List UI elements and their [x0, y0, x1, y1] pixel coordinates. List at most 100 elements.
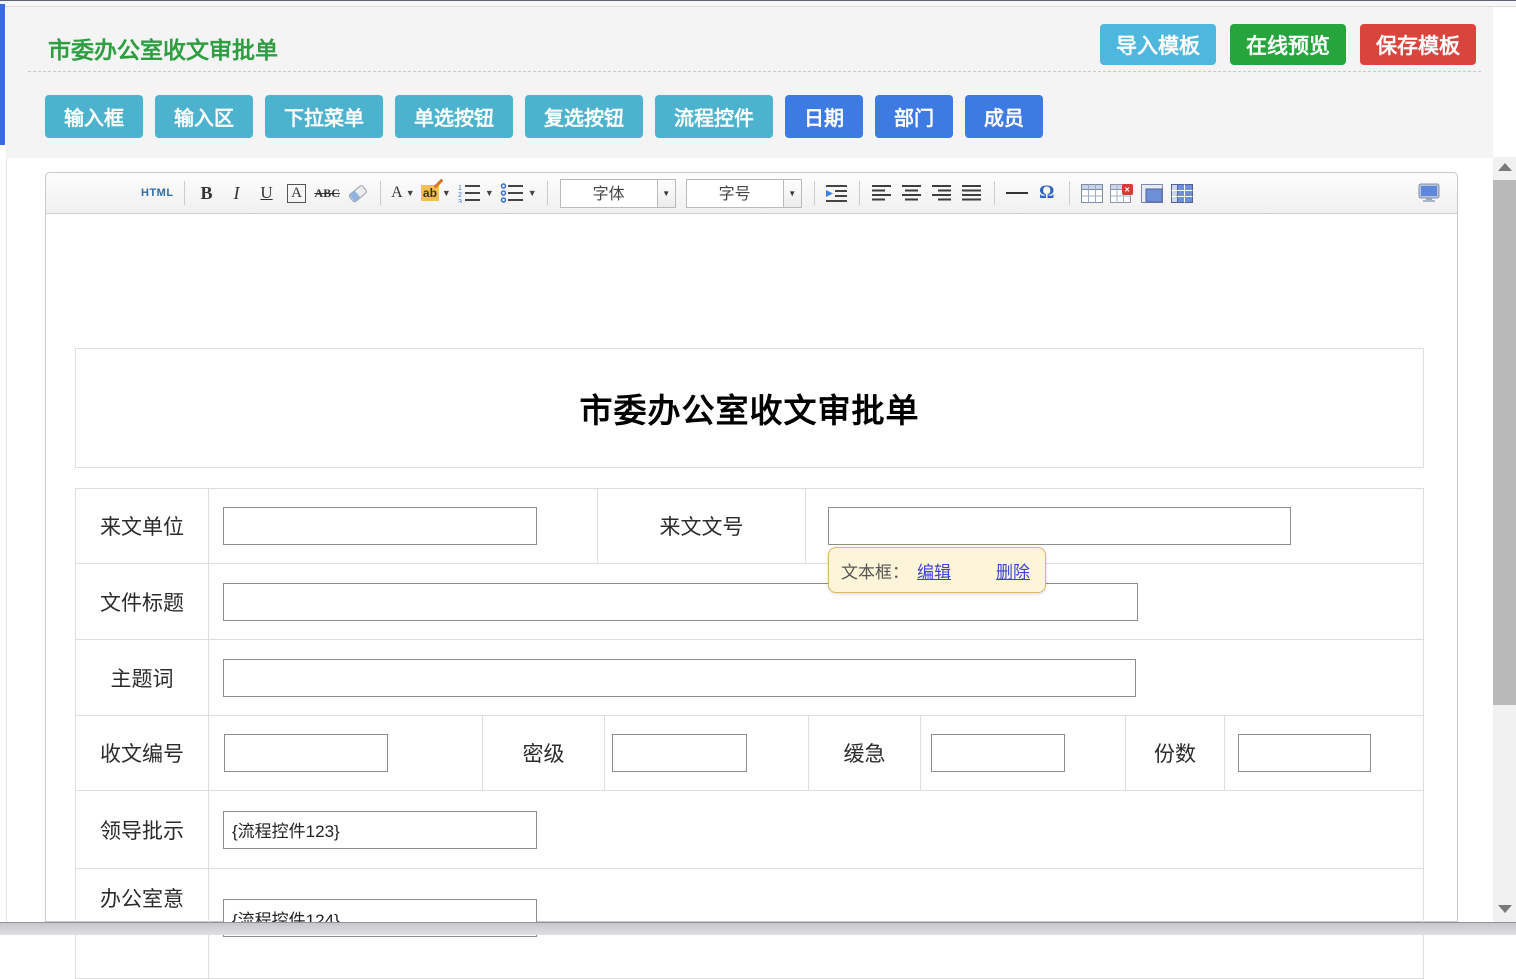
- leader-remarks-flow-control[interactable]: [223, 811, 537, 849]
- toolbar-separator: [184, 181, 185, 205]
- highlight-icon: ab: [421, 185, 439, 201]
- align-center-button[interactable]: [900, 180, 924, 206]
- insert-member-button[interactable]: 成员: [965, 95, 1043, 138]
- svg-text:1: 1: [458, 185, 462, 192]
- special-char-button[interactable]: Ω: [1035, 180, 1059, 206]
- table-cell: [209, 716, 483, 790]
- italic-button[interactable]: I: [225, 180, 249, 206]
- font-size-select[interactable]: 字号 ▼: [686, 179, 802, 208]
- insert-flow-control-button[interactable]: 流程控件: [655, 95, 773, 138]
- underline-button[interactable]: U: [255, 180, 279, 206]
- unordered-list-icon: [500, 183, 525, 203]
- svg-text:3: 3: [458, 199, 462, 203]
- table-row: 文件标题: [76, 564, 1423, 640]
- delete-table-icon: ×: [1110, 184, 1134, 203]
- insert-department-button[interactable]: 部门: [875, 95, 953, 138]
- copies-input[interactable]: [1238, 734, 1371, 772]
- highlight-color-button[interactable]: ab▼: [421, 180, 451, 206]
- font-family-select[interactable]: 字体 ▼: [560, 179, 676, 208]
- indent-button[interactable]: [825, 180, 849, 206]
- insert-date-button[interactable]: 日期: [785, 95, 863, 138]
- cell-properties-button[interactable]: [1170, 180, 1194, 206]
- align-right-button[interactable]: [930, 180, 954, 206]
- save-template-button[interactable]: 保存模板: [1360, 24, 1476, 65]
- copies-label: 份数: [1126, 716, 1225, 790]
- font-color-button[interactable]: A▼: [391, 180, 415, 206]
- subject-words-label: 主题词: [76, 640, 209, 715]
- html-source-button[interactable]: HTML: [141, 180, 174, 206]
- receipt-no-label: 收文编号: [76, 716, 209, 790]
- align-justify-icon: [962, 184, 982, 202]
- incoming-no-input[interactable]: [828, 507, 1291, 545]
- insert-inputbox-button[interactable]: 输入框: [45, 95, 143, 138]
- toolbar-separator: [859, 181, 860, 205]
- page-title: 市委办公室收文审批单: [48, 31, 278, 65]
- table-properties-button[interactable]: [1140, 180, 1164, 206]
- chevron-down-icon: ▼: [442, 188, 451, 198]
- font-color-a-icon: A: [391, 184, 403, 202]
- align-left-button[interactable]: [870, 180, 894, 206]
- table-row: 领导批示: [76, 791, 1423, 869]
- bold-button[interactable]: B: [195, 180, 219, 206]
- toolbar-separator: [380, 181, 381, 205]
- subject-words-input[interactable]: [223, 659, 1136, 697]
- inline-style-button[interactable]: A: [285, 180, 309, 206]
- cell-properties-icon: [1171, 184, 1193, 203]
- background-window-strip: [0, 4, 5, 145]
- editor-toolbar: HTML B I U A ABC A▼ ab▼ 1 2 3: [46, 173, 1457, 214]
- page-left-border: [6, 158, 7, 922]
- strikethrough-button[interactable]: ABC: [315, 180, 340, 206]
- svg-text:×: ×: [1124, 184, 1129, 194]
- align-right-icon: [932, 184, 952, 202]
- toolbar-separator: [547, 181, 548, 205]
- vertical-scrollbar[interactable]: [1493, 157, 1516, 922]
- chevron-down-icon[interactable]: ▼: [783, 180, 801, 207]
- insert-table-button[interactable]: [1080, 180, 1104, 206]
- indent-icon: [825, 183, 849, 203]
- eraser-button[interactable]: [346, 180, 370, 206]
- page-header: 市委办公室收文审批单 导入模板 在线预览 保存模板 输入框 输入区 下拉菜单 单…: [6, 7, 1493, 158]
- align-justify-button[interactable]: [960, 180, 984, 206]
- toolbar-separator: [814, 181, 815, 205]
- unordered-list-button[interactable]: ▼: [500, 180, 537, 206]
- rich-text-editor: HTML B I U A ABC A▼ ab▼ 1 2 3: [45, 172, 1458, 922]
- edit-control-link[interactable]: 编辑: [917, 558, 951, 583]
- receipt-no-input[interactable]: [224, 734, 388, 772]
- scroll-down-arrow-icon[interactable]: [1498, 905, 1512, 913]
- header-divider: [28, 71, 1481, 72]
- insert-dropdown-button[interactable]: 下拉菜单: [265, 95, 383, 138]
- insert-checkbox-button[interactable]: 复选按钮: [525, 95, 643, 138]
- table-cell: [921, 716, 1126, 790]
- delete-control-link[interactable]: 删除: [996, 558, 1030, 583]
- editor-document[interactable]: 市委办公室收文审批单 来文单位 来文文号 文件标题: [46, 214, 1457, 921]
- chevron-down-icon: ▼: [485, 188, 494, 198]
- table-icon: [1081, 184, 1103, 203]
- align-left-icon: [872, 184, 892, 202]
- incoming-unit-label: 来文单位: [76, 489, 209, 563]
- svg-text:2: 2: [458, 192, 462, 199]
- leader-remarks-label: 领导批示: [76, 791, 209, 868]
- online-preview-button[interactable]: 在线预览: [1230, 24, 1346, 65]
- urgency-input[interactable]: [931, 734, 1065, 772]
- delete-table-button[interactable]: ×: [1110, 180, 1134, 206]
- secrecy-input[interactable]: [612, 734, 747, 772]
- scrollbar-thumb[interactable]: [1493, 180, 1516, 705]
- table-row: 收文编号 密级 缓急 份数: [76, 716, 1423, 791]
- urgency-label: 缓急: [809, 716, 921, 790]
- toolbar-separator: [1069, 181, 1070, 205]
- scroll-up-arrow-icon[interactable]: [1498, 163, 1512, 171]
- insert-textarea-button[interactable]: 输入区: [155, 95, 253, 138]
- maximize-editor-button[interactable]: [1417, 180, 1441, 206]
- import-template-button[interactable]: 导入模板: [1100, 24, 1216, 65]
- font-family-value: 字体: [561, 180, 657, 207]
- chevron-down-icon[interactable]: ▼: [657, 180, 675, 207]
- incoming-unit-input[interactable]: [223, 507, 537, 545]
- horizontal-rule-button[interactable]: [1005, 180, 1029, 206]
- form-title: 市委办公室收文审批单: [580, 384, 920, 432]
- ordered-list-button[interactable]: 1 2 3 ▼: [457, 180, 494, 206]
- eraser-icon: [346, 183, 370, 203]
- align-center-icon: [902, 184, 922, 202]
- table-cell: [605, 716, 809, 790]
- toolbar-separator: [994, 181, 995, 205]
- insert-radio-button[interactable]: 单选按钮: [395, 95, 513, 138]
